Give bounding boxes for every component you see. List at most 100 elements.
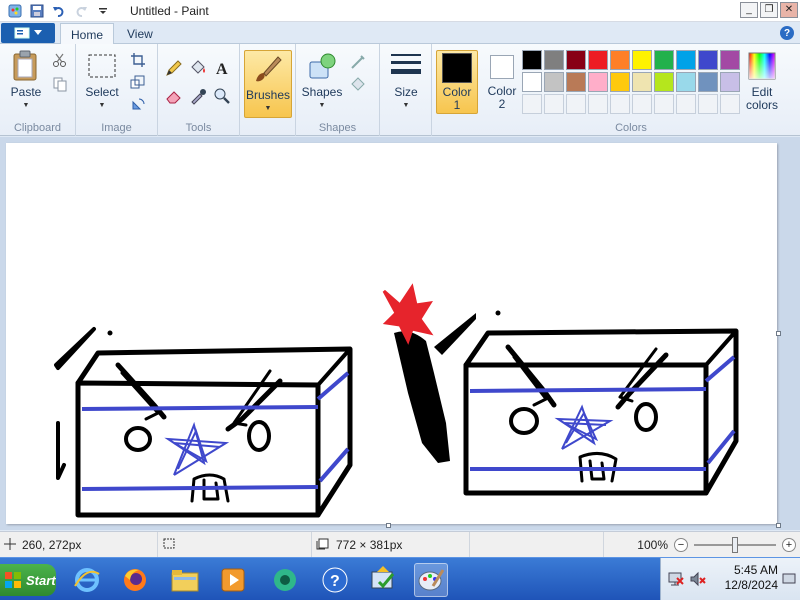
start-button[interactable]: Start (0, 564, 56, 596)
canvas-size-icon (316, 538, 330, 553)
select-button[interactable]: Select ▼ (80, 50, 124, 112)
resize-handle-corner[interactable] (776, 523, 781, 528)
brushes-button[interactable]: Brushes ▼ (244, 50, 292, 118)
color-picker-icon[interactable] (188, 86, 208, 106)
color-swatch[interactable] (566, 50, 586, 70)
tab-view[interactable]: View (117, 23, 163, 44)
shapes-button-label: Shapes (301, 85, 343, 99)
resize-handle-right[interactable] (776, 331, 781, 336)
color-swatch[interactable] (654, 72, 674, 92)
action-center-icon[interactable] (366, 563, 400, 597)
help-icon[interactable]: ? (780, 26, 794, 40)
help-support-icon[interactable]: ? (318, 563, 352, 597)
color-swatch[interactable] (676, 72, 696, 92)
color-swatch[interactable] (544, 50, 564, 70)
size-button[interactable]: Size ▼ (384, 50, 428, 112)
empty-color-swatch[interactable] (566, 94, 586, 114)
fill-bucket-icon[interactable] (188, 58, 208, 78)
color-swatch[interactable] (632, 50, 652, 70)
canvas-size: 772 × 381px (312, 532, 470, 558)
media-player-icon[interactable] (216, 563, 250, 597)
color-swatch[interactable] (566, 72, 586, 92)
select-rectangle-icon (86, 50, 118, 82)
color-swatch[interactable] (522, 50, 542, 70)
color-swatch[interactable] (698, 50, 718, 70)
rotate-icon[interactable] (128, 94, 148, 114)
shapes-button[interactable]: Shapes ▼ (300, 50, 344, 112)
show-desktop-icon[interactable] (780, 568, 798, 590)
color-swatch[interactable] (720, 50, 740, 70)
color2-swatch (490, 55, 514, 79)
paint-app-icon[interactable] (6, 2, 24, 20)
color-swatch[interactable] (588, 50, 608, 70)
color-swatch[interactable] (698, 72, 718, 92)
resize-handle-bottom[interactable] (386, 523, 391, 528)
empty-color-swatch[interactable] (522, 94, 542, 114)
chevron-down-icon: ▼ (22, 102, 30, 109)
file-explorer-icon[interactable] (168, 563, 202, 597)
clock[interactable]: 5:45 AM 12/8/2024 (725, 563, 778, 593)
eraser-icon[interactable] (164, 86, 184, 106)
magnifier-icon[interactable] (212, 86, 232, 106)
resize-icon[interactable] (128, 72, 148, 92)
media-center-icon[interactable] (268, 563, 302, 597)
size-group: Size ▼ (380, 44, 432, 136)
color-swatch[interactable] (720, 72, 740, 92)
text-icon[interactable]: A (212, 58, 232, 78)
empty-color-swatch[interactable] (544, 94, 564, 114)
volume-muted-icon[interactable] (687, 568, 709, 590)
fill-icon[interactable] (348, 74, 368, 94)
empty-color-swatch[interactable] (698, 94, 718, 114)
empty-color-swatch[interactable] (676, 94, 696, 114)
tab-home[interactable]: Home (60, 23, 115, 45)
zoom-control: 100% − + (637, 532, 796, 558)
color-swatch[interactable] (632, 72, 652, 92)
edit-colors-button[interactable]: Edit colors (738, 50, 786, 112)
save-icon[interactable] (28, 2, 46, 20)
close-button[interactable]: ✕ (780, 2, 798, 18)
canvas-workspace (0, 137, 800, 530)
cut-icon[interactable] (50, 50, 70, 70)
cursor-position-text: 260, 272px (22, 538, 82, 552)
zoom-out-button[interactable]: − (674, 538, 688, 552)
color-swatch[interactable] (588, 72, 608, 92)
network-icon[interactable] (665, 568, 687, 590)
colors-group-label: Colors (615, 122, 647, 134)
firefox-icon[interactable] (118, 563, 152, 597)
paste-button[interactable]: Paste ▼ (4, 50, 48, 112)
zoom-slider[interactable] (694, 537, 776, 553)
minimize-button[interactable]: _ (740, 2, 758, 18)
paint-taskbar-icon[interactable] (414, 563, 448, 597)
color-swatch[interactable] (610, 72, 630, 92)
undo-icon[interactable] (50, 2, 68, 20)
color-palette (522, 50, 740, 114)
clipboard-group-label: Clipboard (13, 122, 62, 134)
color-swatch[interactable] (544, 72, 564, 92)
tools-group: A Tools (158, 44, 240, 136)
size-label: Size (394, 85, 418, 99)
empty-color-swatch[interactable] (610, 94, 630, 114)
copy-icon[interactable] (50, 74, 70, 94)
crop-icon[interactable] (128, 50, 148, 70)
empty-color-swatch[interactable] (654, 94, 674, 114)
customize-qat-icon[interactable] (94, 2, 112, 20)
empty-color-swatch[interactable] (632, 94, 652, 114)
empty-color-swatch[interactable] (588, 94, 608, 114)
zoom-slider-thumb[interactable] (732, 537, 738, 553)
color-swatch[interactable] (522, 72, 542, 92)
drawing-canvas[interactable] (6, 143, 777, 524)
internet-explorer-icon[interactable] (70, 563, 104, 597)
color1-button[interactable]: Color 1 (436, 50, 478, 114)
maximize-button[interactable]: ❐ (760, 2, 778, 18)
color-swatch[interactable] (654, 50, 674, 70)
color-swatch[interactable] (676, 50, 696, 70)
pencil-icon[interactable] (164, 58, 184, 78)
zoom-in-button[interactable]: + (782, 538, 796, 552)
paint-menu-button[interactable] (1, 23, 55, 43)
color2-button[interactable]: Color 2 (482, 52, 522, 111)
window-controls: _ ❐ ✕ (740, 2, 798, 18)
color-swatch[interactable] (610, 50, 630, 70)
redo-icon[interactable] (72, 2, 90, 20)
outline-icon[interactable] (348, 52, 368, 72)
empty-color-swatch[interactable] (720, 94, 740, 114)
